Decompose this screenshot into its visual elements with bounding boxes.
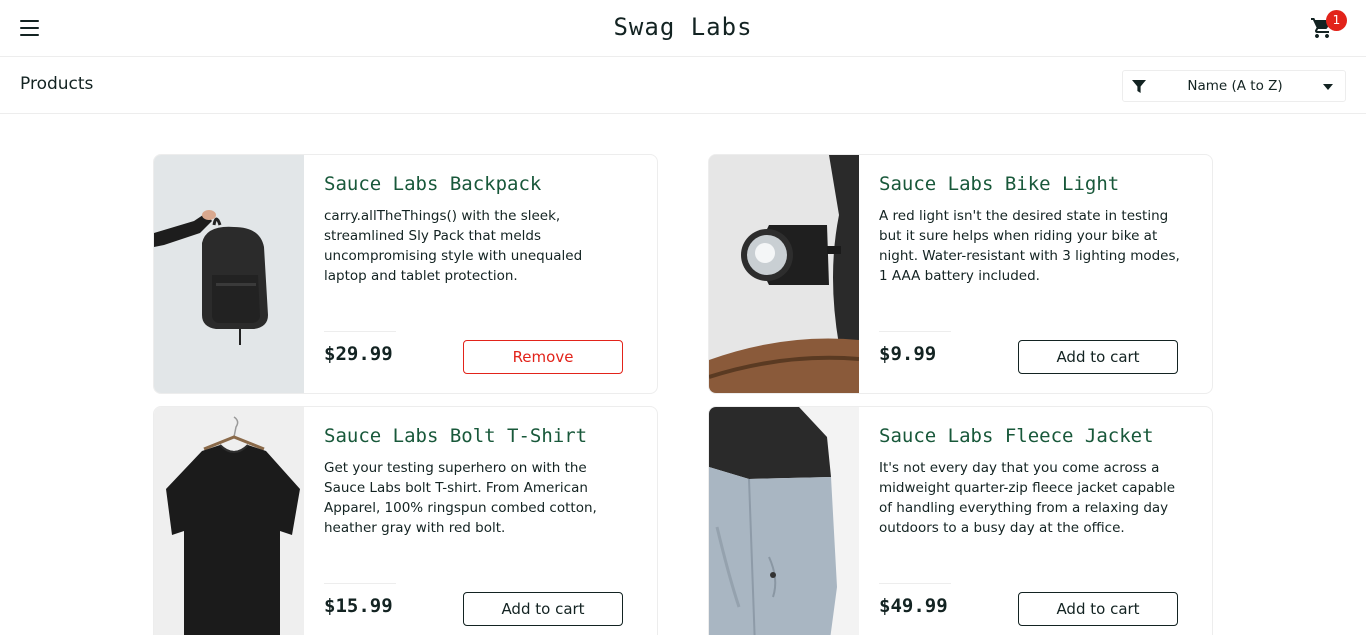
- item-name[interactable]: Sauce Labs Fleece Jacket: [879, 425, 1154, 447]
- inventory-item: Sauce Labs Backpack carry.allTheThings()…: [153, 154, 658, 394]
- item-price: $15.99: [324, 595, 393, 617]
- item-price: $49.99: [879, 595, 948, 617]
- item-name[interactable]: Sauce Labs Bike Light: [879, 173, 1119, 195]
- bike-light-image[interactable]: [709, 155, 859, 393]
- add-to-cart-button[interactable]: Add to cart: [1018, 592, 1178, 626]
- secondary-header: Products Name (A to Z): [0, 57, 1366, 114]
- item-price: $9.99: [879, 343, 937, 365]
- add-to-cart-button[interactable]: Add to cart: [463, 592, 623, 626]
- page-title: Products: [20, 74, 94, 94]
- sort-selected-value: Name (A to Z): [1187, 78, 1283, 94]
- backpack-image[interactable]: [154, 155, 304, 393]
- inventory-item: Sauce Labs Bike Light A red light isn't …: [708, 154, 1213, 394]
- item-description: Get your testing superhero on with the S…: [324, 460, 597, 536]
- chevron-down-icon: [1323, 84, 1333, 90]
- fleece-jacket-image[interactable]: [709, 407, 859, 635]
- item-name[interactable]: Sauce Labs Bolt T-Shirt: [324, 425, 587, 447]
- remove-button[interactable]: Remove: [463, 340, 623, 374]
- price-divider: [324, 583, 396, 584]
- price-divider: [879, 583, 951, 584]
- price-divider: [879, 331, 951, 332]
- inventory-item: Sauce Labs Bolt T-Shirt Get your testing…: [153, 406, 658, 635]
- item-description: A red light isn't the desired state in t…: [879, 208, 1180, 284]
- add-to-cart-button[interactable]: Add to cart: [1018, 340, 1178, 374]
- inventory-item: Sauce Labs Fleece Jacket It's not every …: [708, 406, 1213, 635]
- item-name[interactable]: Sauce Labs Backpack: [324, 173, 541, 195]
- item-description: It's not every day that you come across …: [879, 460, 1176, 536]
- app-logo-title: Swag Labs: [613, 13, 753, 41]
- cart-badge: 1: [1326, 10, 1347, 31]
- tshirt-image[interactable]: [154, 407, 304, 635]
- item-description: carry.allTheThings() with the sleek, str…: [324, 208, 583, 284]
- sort-dropdown[interactable]: Name (A to Z): [1122, 70, 1346, 102]
- shopping-cart-link[interactable]: 1: [1310, 10, 1347, 44]
- price-divider: [324, 331, 396, 332]
- primary-header: Swag Labs 1: [0, 0, 1366, 57]
- item-price: $29.99: [324, 343, 393, 365]
